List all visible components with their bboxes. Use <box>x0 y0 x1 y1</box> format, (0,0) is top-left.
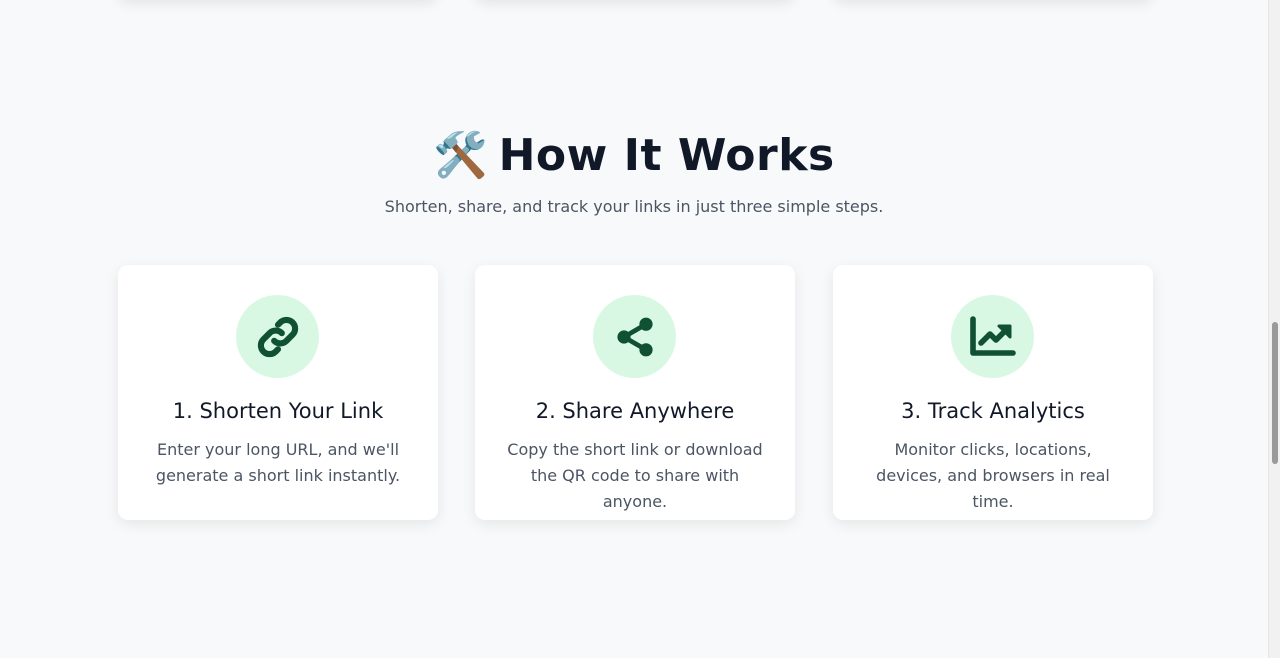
step-icon-badge <box>236 295 319 378</box>
section-title-text: How It Works <box>498 130 835 181</box>
step-card-shorten: 1. Shorten Your Link Enter your long URL… <box>118 265 438 520</box>
chart-line-icon <box>969 315 1016 356</box>
step-description: Monitor clicks, locations, devices, and … <box>876 440 1110 511</box>
step-card-share: 2. Share Anywhere Copy the short link or… <box>475 265 795 520</box>
step-title: 1. Shorten Your Link <box>172 399 384 423</box>
step-title: 3. Track Analytics <box>901 399 1085 423</box>
hammer-and-wrench-icon: 🛠️ <box>433 130 489 181</box>
step-description: Copy the short link or download the QR c… <box>507 440 763 511</box>
step-card-analytics: 3. Track Analytics Monitor clicks, locat… <box>833 265 1153 520</box>
page-viewport: 🛠️ How It Works Shorten, share, and track… <box>0 0 1280 658</box>
scrollbar-thumb[interactable] <box>1272 322 1278 464</box>
step-title: 2. Share Anywhere <box>535 399 735 423</box>
link-icon <box>257 316 298 357</box>
section-subtitle: Shorten, share, and track your links in … <box>384 197 884 216</box>
section-title: 🛠️ How It Works <box>0 126 1268 186</box>
step-description: Enter your long URL, and we'll generate … <box>155 440 401 485</box>
step-icon-badge <box>951 295 1034 378</box>
step-icon-badge <box>593 295 676 378</box>
vertical-scrollbar[interactable] <box>1268 0 1280 658</box>
share-icon <box>616 317 653 356</box>
